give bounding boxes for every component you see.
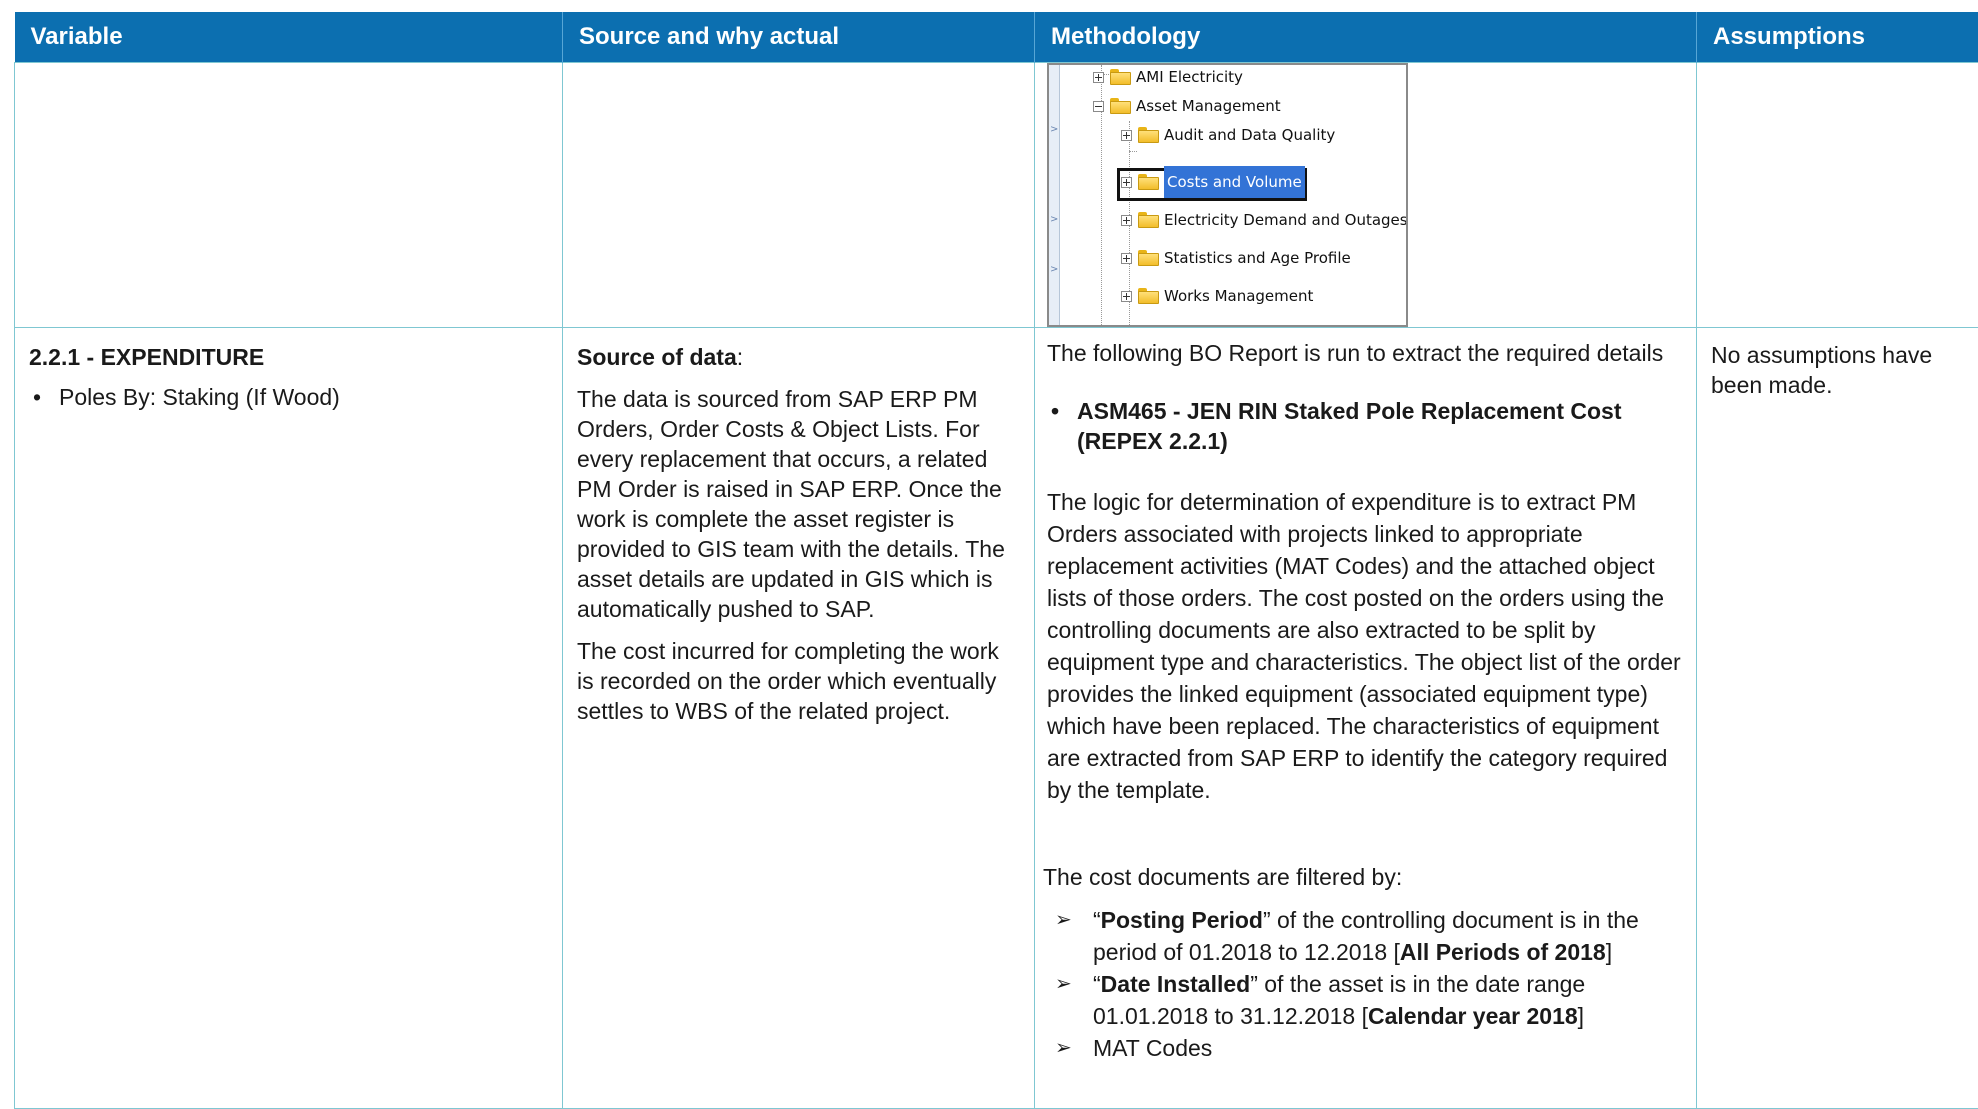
tree-item-audit-data-quality[interactable]: Audit and Data Quality: [1121, 123, 1335, 147]
header-source: Source and why actual: [563, 12, 1035, 63]
tree-item-statistics-age-profile[interactable]: Statistics and Age Profile: [1121, 246, 1351, 270]
variable-title: 2.2.1 - EXPENDITURE: [29, 342, 548, 372]
tree-side-bar: > > >: [1049, 65, 1060, 325]
filter-intro: The cost documents are filtered by:: [1043, 862, 1682, 892]
source-paragraph-1: The data is sourced from SAP ERP PM Orde…: [577, 384, 1020, 624]
cell-assumptions: No assumptions have been made.: [1697, 328, 1978, 1109]
filter-mat-codes: MAT Codes: [1047, 1032, 1682, 1064]
table-row: > > > AMI Electricity: [15, 63, 1978, 328]
expand-icon[interactable]: [1121, 130, 1132, 141]
folder-icon: [1138, 250, 1159, 266]
chevron-right-icon: >: [1050, 255, 1058, 285]
folder-icon: [1138, 212, 1159, 228]
folder-icon: [1110, 69, 1131, 85]
open-folder-icon: [1138, 174, 1159, 190]
document-table: Variable Source and why actual Methodolo…: [14, 12, 1978, 1109]
folder-icon: [1110, 98, 1131, 114]
tree-item-ami-electricity[interactable]: AMI Electricity: [1093, 65, 1243, 89]
expand-icon[interactable]: [1121, 215, 1132, 226]
filter-list: “Posting Period” of the controlling docu…: [1047, 904, 1682, 1064]
folder-tree-screenshot: > > > AMI Electricity: [1047, 63, 1408, 327]
header-assumptions: Assumptions: [1697, 12, 1978, 63]
filter-date-installed: “Date Installed” of the asset is in the …: [1047, 968, 1682, 1032]
tree-item-costs-volume[interactable]: Costs and Volume: [1121, 170, 1305, 194]
filter-posting-period: “Posting Period” of the controlling docu…: [1047, 904, 1682, 968]
folder-icon: [1138, 288, 1159, 304]
variable-list: Poles By: Staking (If Wood): [29, 382, 548, 412]
methodology-intro: The following BO Report is run to extrac…: [1047, 338, 1682, 368]
tree-item-asset-management[interactable]: Asset Management: [1093, 94, 1281, 118]
cell-methodology: The following BO Report is run to extrac…: [1035, 328, 1697, 1109]
cell-source: Source of data: The data is sourced from…: [563, 328, 1035, 1109]
report-name: ASM465 - JEN RIN Staked Pole Replacement…: [1047, 396, 1682, 456]
cell-empty: [1697, 63, 1978, 328]
cell-empty: [563, 63, 1035, 328]
folder-icon: [1138, 127, 1159, 143]
chevron-right-icon: >: [1050, 115, 1058, 145]
cell-variable: 2.2.1 - EXPENDITURE Poles By: Staking (I…: [15, 328, 563, 1109]
chevron-right-icon: >: [1050, 205, 1058, 235]
expand-icon[interactable]: [1121, 291, 1132, 302]
report-list: ASM465 - JEN RIN Staked Pole Replacement…: [1047, 396, 1682, 456]
methodology-logic: The logic for determination of expenditu…: [1047, 486, 1682, 806]
tree-item-electricity-demand-outages[interactable]: Electricity Demand and Outages: [1121, 208, 1408, 232]
tree-item-works-management[interactable]: Works Management: [1121, 284, 1313, 308]
variable-bullet: Poles By: Staking (If Wood): [29, 382, 548, 412]
table-row: 2.2.1 - EXPENDITURE Poles By: Staking (I…: [15, 328, 1978, 1109]
cell-tree-screenshot: > > > AMI Electricity: [1035, 63, 1697, 328]
expand-icon[interactable]: [1121, 177, 1132, 188]
source-heading: Source of data:: [577, 342, 1020, 372]
cell-empty: [15, 63, 563, 328]
header-methodology: Methodology: [1035, 12, 1697, 63]
expand-icon[interactable]: [1121, 253, 1132, 264]
header-row: Variable Source and why actual Methodolo…: [15, 12, 1978, 63]
source-paragraph-2: The cost incurred for completing the wor…: [577, 636, 1020, 726]
assumptions-text: No assumptions have been made.: [1711, 340, 1964, 400]
collapse-icon[interactable]: [1093, 101, 1104, 112]
header-variable: Variable: [15, 12, 563, 63]
expand-icon[interactable]: [1093, 72, 1104, 83]
